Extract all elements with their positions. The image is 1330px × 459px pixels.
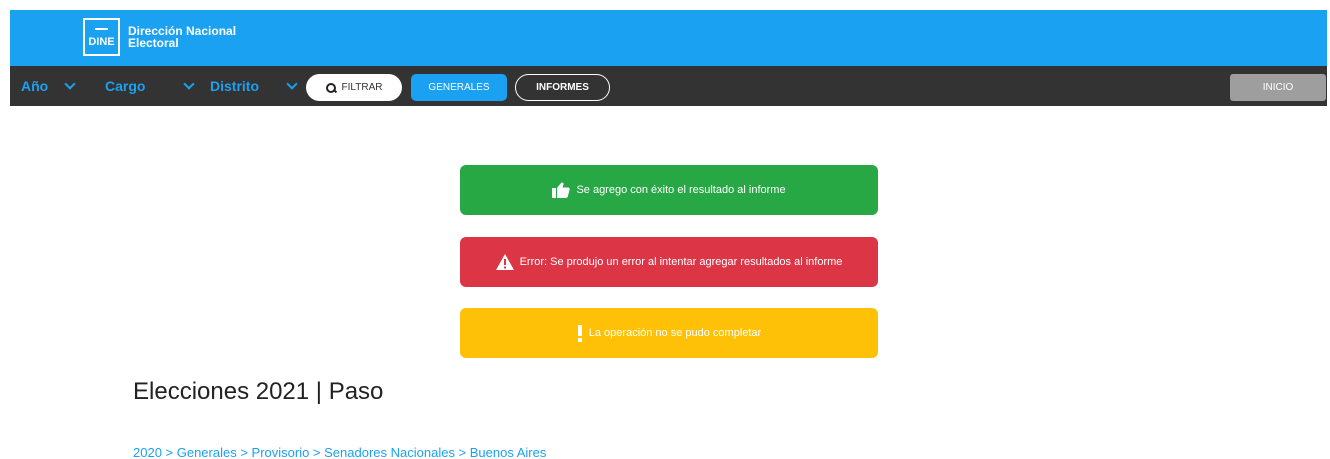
logo-text: DINE [88,36,115,48]
inicio-button[interactable]: INICIO [1230,74,1326,101]
success-alert-message: Se agrego con éxito el resultado al info… [576,184,786,196]
warning-triangle-icon [495,254,514,270]
warning-alert: La operación no se pudo completar [460,308,878,358]
year-dropdown-label: Año [21,78,49,94]
breadcrumb[interactable]: 2020 > Generales > Provisorio > Senadore… [133,445,546,459]
year-dropdown[interactable]: Año [21,66,48,106]
cargo-chevron-down-icon[interactable] [183,78,195,90]
error-alert-message: Error: Se produjo un error al intentar a… [519,256,843,268]
informes-button-label: INFORMES [536,82,589,93]
search-icon [325,82,337,93]
nav-bar: Año Cargo Distrito FILTRAR GENERALES INF… [10,66,1327,106]
cargo-dropdown[interactable]: Cargo [105,66,145,106]
logo-bar [95,28,108,30]
distrito-dropdown[interactable]: Distrito [210,66,259,106]
cargo-dropdown-label: Cargo [105,78,146,94]
warning-alert-message: La operación no se pudo completar [588,327,762,339]
page-title: Elecciones 2021 | Paso [133,378,384,405]
year-chevron-down-icon[interactable] [64,78,76,90]
distrito-chevron-down-icon[interactable] [286,78,298,90]
thumbs-up-icon [552,182,571,198]
generales-button-label: GENERALES [428,82,490,93]
informes-button[interactable]: INFORMES [515,74,610,101]
page: DINE Dirección Nacional Electoral Año Ca… [0,0,1330,459]
header-bar: DINE Dirección Nacional Electoral [10,10,1327,66]
distrito-dropdown-label: Distrito [210,78,259,94]
inicio-button-label: INICIO [1262,82,1294,93]
generales-button[interactable]: GENERALES [411,74,507,101]
exclamation-icon [577,324,583,342]
logo-mark: DINE [83,18,120,56]
error-alert: Error: Se produjo un error al intentar a… [460,237,878,287]
site-title: Dirección Nacional Electoral [128,24,237,50]
filter-button-label: FILTRAR [341,82,383,93]
logo[interactable]: DINE Dirección Nacional Electoral [83,18,258,56]
success-alert: Se agrego con éxito el resultado al info… [460,165,878,215]
filter-button[interactable]: FILTRAR [306,74,402,101]
